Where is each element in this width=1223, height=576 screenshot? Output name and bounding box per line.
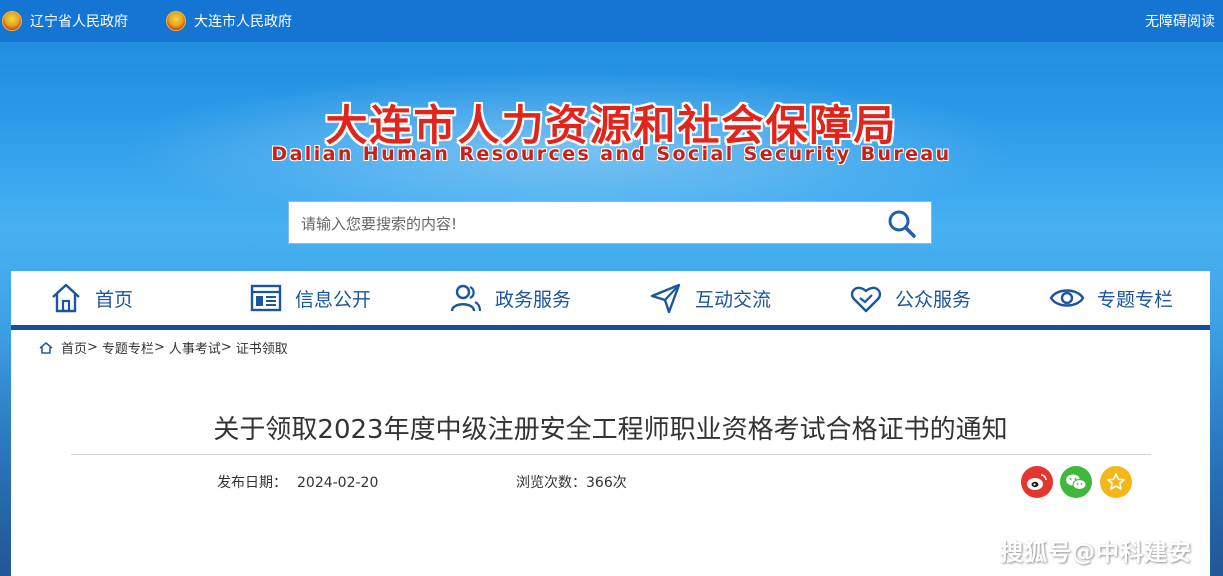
- publish-date-value: 2024-02-20: [297, 475, 379, 491]
- nav-item-label: 公众服务: [895, 288, 972, 311]
- breadcrumb-home[interactable]: 首页: [61, 338, 87, 357]
- link-liaoning-label: 辽宁省人民政府: [30, 14, 128, 30]
- national-emblem-icon: [2, 11, 22, 31]
- search-icon[interactable]: [887, 209, 917, 239]
- share-wechat-button[interactable]: [1060, 466, 1092, 498]
- accessibility-link[interactable]: 无障碍阅读: [1145, 11, 1215, 31]
- link-liaoning-government[interactable]: 辽宁省人民政府: [2, 10, 128, 32]
- breadcrumb-certificate[interactable]: 证书领取: [236, 338, 288, 357]
- search-box: [288, 201, 932, 244]
- content-panel: 首页 信息公开 政务服务 互动交流 公众服务 专题专栏 首页 > 专题专栏 > …: [11, 271, 1210, 576]
- home-icon: [39, 341, 53, 354]
- site-logo-english: Dalian Human Resources and Social Securi…: [271, 143, 952, 165]
- top-bar: 辽宁省人民政府 大连市人民政府 无障碍阅读: [0, 0, 1223, 42]
- publish-date-label: 发布日期：: [217, 475, 287, 491]
- breadcrumb: 首页 > 专题专栏 > 人事考试 > 证书领取: [39, 338, 288, 357]
- document-icon: [250, 284, 282, 312]
- main-nav: 首页 信息公开 政务服务 互动交流 公众服务 专题专栏: [11, 271, 1210, 330]
- favorite-button[interactable]: [1100, 466, 1132, 498]
- favorite-icon: [1107, 473, 1125, 490]
- people-icon: [450, 284, 482, 312]
- watermark-text: 搜狐号@中科建安: [1000, 540, 1192, 566]
- nav-item-government-services[interactable]: 政务服务: [449, 271, 571, 325]
- nav-item-public-services[interactable]: 公众服务: [849, 271, 971, 325]
- heart-icon: [850, 286, 882, 313]
- nav-item-label: 信息公开: [295, 288, 372, 311]
- breadcrumb-special-topics[interactable]: 专题专栏: [102, 338, 154, 357]
- nav-item-label: 首页: [95, 288, 134, 311]
- send-icon: [650, 283, 681, 314]
- article-title: 关于领取2023年度中级注册安全工程师职业资格考试合格证书的通知: [213, 415, 1008, 445]
- nav-item-label: 互动交流: [695, 288, 772, 311]
- link-dalian-label: 大连市人民政府: [194, 14, 292, 30]
- nav-item-label: 专题专栏: [1097, 288, 1174, 311]
- publish-date: 发布日期： 2024-02-20: [217, 472, 378, 492]
- breadcrumb-exams[interactable]: 人事考试: [169, 338, 221, 357]
- title-divider: [71, 454, 1151, 455]
- breadcrumb-separator: >: [220, 340, 232, 355]
- breadcrumb-separator: >: [153, 340, 165, 355]
- eye-icon: [1049, 289, 1085, 307]
- national-emblem-icon: [166, 11, 186, 31]
- wechat-icon: [1066, 474, 1087, 490]
- view-count-value: 366次: [586, 475, 627, 491]
- view-count: 浏览次数：366次: [516, 472, 627, 492]
- weibo-icon: [1027, 474, 1047, 490]
- nav-item-special-topics[interactable]: 专题专栏: [1049, 271, 1173, 325]
- view-count-label: 浏览次数：: [516, 475, 586, 491]
- search-input[interactable]: [299, 210, 863, 238]
- breadcrumb-separator: >: [87, 340, 98, 355]
- nav-item-info-disclosure[interactable]: 信息公开: [249, 271, 371, 325]
- nav-item-label: 政务服务: [495, 288, 572, 311]
- share-weibo-button[interactable]: [1021, 466, 1053, 498]
- nav-item-interaction[interactable]: 互动交流: [649, 271, 771, 325]
- home-icon: [52, 283, 80, 313]
- nav-item-home[interactable]: 首页: [49, 271, 133, 325]
- link-dalian-government[interactable]: 大连市人民政府: [166, 10, 292, 32]
